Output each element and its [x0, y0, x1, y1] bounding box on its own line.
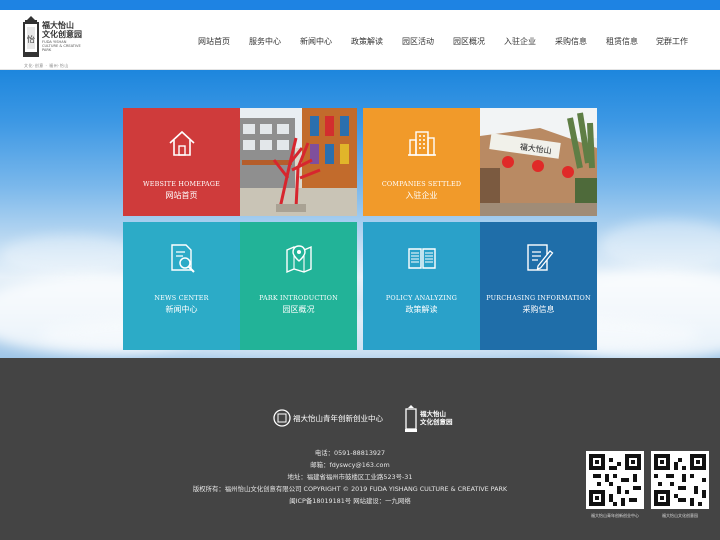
- tile-website-homepage[interactable]: WEBSITE HOMEPAGE 网站首页: [123, 108, 240, 216]
- lantern-logo-icon: 怡: [23, 16, 39, 57]
- logo-subtitle: 文化·创意 · 福州·怡山: [24, 63, 69, 68]
- site-footer: 福大怡山青年创新创业中心 福大怡山 文化创意园 电话：0591-88813927…: [0, 358, 720, 540]
- document-search-icon: [170, 244, 195, 273]
- tile-home-en-label: WEBSITE HOMEPAGE: [142, 180, 221, 188]
- open-book-icon: [407, 248, 436, 269]
- map-pin-icon: [285, 245, 312, 274]
- tile-purchasing-information[interactable]: PURCHASING INFORMATION 采购信息: [480, 222, 597, 350]
- hero-sky-background: [0, 70, 720, 358]
- tile-park-en-label: PARK INTRODUCTION: [259, 294, 338, 302]
- svg-text:怡: 怡: [27, 34, 35, 44]
- tile-policy-en-label: POLICY ANALYZING: [385, 294, 458, 302]
- buildings-icon: [407, 131, 436, 156]
- footer-lantern-logo-icon: [405, 405, 417, 432]
- tile-companies-settled[interactable]: COMPANIES SETTLED 入驻企业: [363, 108, 480, 216]
- home-icon: [168, 130, 195, 156]
- nav-item-park-activities[interactable]: 园区活动: [402, 36, 434, 47]
- nav-item-party-work[interactable]: 党群工作: [656, 36, 688, 47]
- tile-companies-cn-label: 入驻企业: [405, 191, 438, 200]
- park-building-photo: [240, 108, 357, 216]
- footer-logo-line2: 文化创意园: [420, 418, 453, 426]
- nav-item-purchasing[interactable]: 采购信息: [555, 36, 587, 47]
- nav-item-park-overview[interactable]: 园区概况: [453, 36, 485, 47]
- tile-news-en-label: NEWS CENTER: [154, 294, 209, 302]
- tile-companies-en-label: COMPANIES SETTLED: [381, 180, 462, 188]
- nav-item-companies[interactable]: 入驻企业: [504, 36, 536, 47]
- qr-code-creative-park: [651, 451, 709, 509]
- footer-center-name: 福大怡山青年创新创业中心: [293, 414, 383, 423]
- top-accent-bar: [0, 0, 720, 10]
- tile-purchasing-en-label: PURCHASING INFORMATION: [486, 294, 591, 302]
- tile-news-center[interactable]: NEWS CENTER 新闻中心: [123, 222, 240, 350]
- qr-caption-creative-park: 福大怡山文化创意园: [662, 513, 698, 518]
- center-seal-icon: [273, 409, 291, 427]
- qr-caption-innovation-center: 福大怡山青年创新创业中心: [591, 513, 639, 518]
- tile-policy-cn-label: 政策解读: [405, 305, 438, 314]
- document-edit-icon: [526, 244, 553, 271]
- qr-code-innovation-center: [586, 451, 644, 509]
- tile-news-cn-label: 新闻中心: [165, 305, 198, 314]
- nav-item-policy[interactable]: 政策解读: [351, 36, 383, 47]
- tile-park-cn-label: 园区概况: [282, 305, 315, 314]
- park-street-photo: 福大怡山: [480, 108, 597, 216]
- tile-purchasing-cn-label: 采购信息: [522, 305, 555, 314]
- site-header: 怡 福大怡山 文化创意园 FUDA YISHAN CULTURE & CREAT…: [0, 10, 720, 70]
- tile-park-introduction[interactable]: PARK INTRODUCTION 园区概况: [240, 222, 357, 350]
- nav-item-service-center[interactable]: 服务中心: [249, 36, 281, 47]
- nav-item-home[interactable]: 网站首页: [198, 36, 230, 47]
- site-logo[interactable]: 怡 福大怡山 文化创意园 FUDA YISHAN CULTURE & CREAT…: [22, 15, 82, 71]
- logo-english-name: FUDA YISHAN CULTURE & CREATIVE PARK: [42, 40, 81, 52]
- nav-item-news[interactable]: 新闻中心: [300, 36, 332, 47]
- tile-home-cn-label: 网站首页: [165, 191, 198, 200]
- nav-item-leasing[interactable]: 租赁信息: [606, 36, 638, 47]
- logo-name-line2: 文化创意园: [42, 29, 82, 39]
- tile-policy-analyzing[interactable]: POLICY ANALYZING 政策解读: [363, 222, 480, 350]
